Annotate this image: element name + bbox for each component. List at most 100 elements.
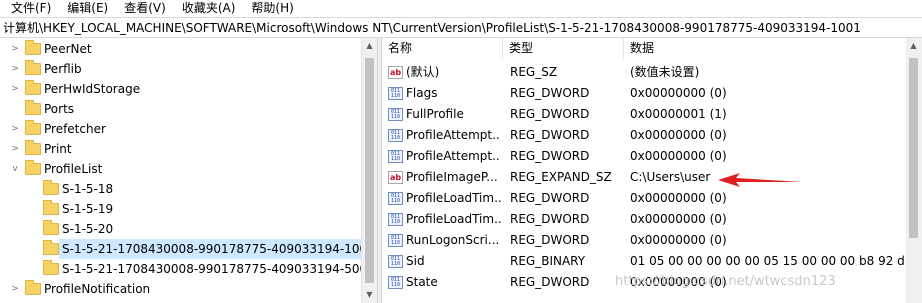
tree-item-label: S-1-5-21-1708430008-990178775-409033194-… (59, 239, 377, 259)
tree-item-label: S-1-5-19 (62, 202, 114, 216)
string-value-icon: ab (388, 66, 403, 79)
scroll-down-arrow-icon[interactable]: ▼ (362, 287, 377, 303)
scroll-up-arrow-icon[interactable]: ▲ (362, 38, 377, 54)
tree-item-perhwidstorage[interactable]: > PerHwIdStorage (0, 79, 360, 99)
value-name: ProfileImageP... (406, 170, 498, 184)
value-data: 0x00000000 (0) (630, 212, 727, 226)
folder-icon (43, 240, 59, 255)
tree-item-perflib[interactable]: > Perflib (0, 59, 360, 79)
tree-item-profilelist[interactable]: v ProfileList (0, 159, 360, 179)
value-data: 0x00000000 (0) (630, 128, 727, 142)
tree-item-s-1-5-21-500[interactable]: S-1-5-21-1708430008-990178775-409033194-… (0, 259, 367, 279)
tree-item-label: PerHwIdStorage (44, 82, 141, 96)
folder-open-icon (25, 160, 41, 175)
list-header: 名称 类型 数据 (382, 38, 922, 59)
value-type: REG_DWORD (510, 86, 590, 100)
column-header-type[interactable]: 类型 (503, 38, 624, 59)
chevron-right-icon[interactable]: > (10, 284, 20, 294)
menu-edit[interactable]: 编辑(E) (58, 0, 115, 17)
binary-value-icon: 011 110 (388, 108, 403, 121)
value-row[interactable]: 011 110 ProfileAttempt... REG_DWORD 0x000… (382, 125, 922, 146)
value-name: RunLogonScri... (406, 233, 500, 247)
value-row[interactable]: 011 110 Sid REG_BINARY 01 05 00 00 00 00 … (382, 251, 922, 272)
column-header-data[interactable]: 数据 (624, 38, 922, 59)
tree-item-label: Prefetcher (44, 122, 106, 136)
scroll-up-arrow-icon[interactable]: ▲ (906, 38, 921, 54)
binary-value-icon: 011 110 (388, 255, 403, 268)
menu-file[interactable]: 文件(F) (0, 0, 58, 17)
chevron-right-icon[interactable]: > (10, 144, 20, 154)
value-data: 0x00000001 (1) (630, 107, 727, 121)
tree-item-s-1-5-20[interactable]: S-1-5-20 (0, 219, 360, 239)
value-type: REG_DWORD (510, 128, 590, 142)
column-header-name[interactable]: 名称 (382, 38, 503, 59)
value-row[interactable]: 011 110 FullProfile REG_DWORD 0x00000001 … (382, 104, 922, 125)
tree-item-label: Ports (44, 102, 75, 116)
value-name: ProfileAttempt... (406, 128, 501, 142)
value-type: REG_DWORD (510, 275, 590, 289)
tree-item-label: S-1-5-20 (62, 222, 114, 236)
scroll-thumb[interactable] (909, 58, 918, 238)
value-row[interactable]: ab (默认) REG_SZ (数值未设置) (382, 62, 922, 83)
tree-item-label: Print (44, 142, 72, 156)
value-type: REG_BINARY (510, 254, 586, 268)
value-name: Sid (406, 254, 425, 268)
folder-icon (25, 100, 41, 115)
value-row[interactable]: 011 110 ProfileLoadTim... REG_DWORD 0x000… (382, 209, 922, 230)
menu-help[interactable]: 帮助(H) (242, 0, 300, 17)
string-value-icon: ab (388, 171, 403, 184)
values-list: 名称 类型 数据 ab (默认) REG_SZ (数值未设置) 011 110 F… (382, 38, 922, 303)
tree-item-ports[interactable]: Ports (0, 99, 360, 119)
folder-icon (25, 120, 41, 135)
folder-icon (25, 40, 41, 55)
folder-icon (43, 180, 59, 195)
value-row[interactable]: 011 110 RunLogonScri... REG_DWORD 0x00000… (382, 230, 922, 251)
value-type: REG_EXPAND_SZ (510, 170, 612, 184)
tree-item-label: Perflib (44, 62, 82, 76)
menu-view[interactable]: 查看(V) (115, 0, 173, 17)
chevron-right-icon[interactable]: > (10, 84, 20, 94)
binary-value-icon: 011 110 (388, 129, 403, 142)
tree-item-prefetcher[interactable]: > Prefetcher (0, 119, 360, 139)
value-data: 0x00000000 (0) (630, 191, 727, 205)
tree-item-s-1-5-18[interactable]: S-1-5-18 (0, 179, 360, 199)
chevron-right-icon[interactable]: > (10, 44, 20, 54)
value-type: REG_DWORD (510, 191, 590, 205)
value-row[interactable]: ab ProfileImageP... REG_EXPAND_SZ C:\Use… (382, 167, 922, 188)
tree-item-label: S-1-5-21-1708430008-990178775-409033194-… (62, 262, 368, 276)
chevron-right-icon[interactable]: > (10, 64, 20, 74)
address-bar[interactable]: 计算机\HKEY_LOCAL_MACHINE\SOFTWARE\Microsof… (0, 17, 922, 38)
value-data: 0x00000000 (0) (630, 86, 727, 100)
tree-item-peernet[interactable]: > PeerNet (0, 39, 360, 59)
menu-favorites[interactable]: 收藏夹(A) (173, 0, 243, 17)
tree-item-profilenotification[interactable]: > ProfileNotification (0, 279, 360, 299)
tree-item-label: ProfileList (44, 162, 103, 176)
registry-tree: > PeerNet > Perflib > PerHwIdStorage Por… (0, 38, 377, 303)
folder-icon (25, 60, 41, 75)
binary-value-icon: 011 110 (388, 87, 403, 100)
scroll-thumb[interactable] (365, 58, 374, 283)
value-name: ProfileLoadTim... (406, 191, 501, 205)
value-data: 0x00000000 (0) (630, 233, 727, 247)
chevron-down-icon[interactable]: v (10, 164, 20, 174)
value-row[interactable]: 011 110 ProfileLoadTim... REG_DWORD 0x000… (382, 188, 922, 209)
folder-icon (43, 220, 59, 235)
list-scrollbar[interactable]: ▲ (906, 38, 922, 303)
value-type: REG_DWORD (510, 107, 590, 121)
tree-item-print[interactable]: > Print (0, 139, 360, 159)
value-type: REG_DWORD (510, 233, 590, 247)
tree-item-s-1-5-21-1001[interactable]: S-1-5-21-1708430008-990178775-409033194-… (0, 239, 377, 259)
tree-scrollbar[interactable]: ▲ ▼ (361, 38, 377, 303)
value-data: 0x00000000 (0) (630, 149, 727, 163)
value-type: REG_DWORD (510, 212, 590, 226)
chevron-right-icon[interactable]: > (10, 124, 20, 134)
value-name: (默认) (406, 65, 440, 79)
tree-item-s-1-5-19[interactable]: S-1-5-19 (0, 199, 360, 219)
value-data: 01 05 00 00 00 00 00 05 15 00 00 00 b8 9… (630, 254, 917, 268)
tree-item-label: S-1-5-18 (62, 182, 114, 196)
value-row[interactable]: 011 110 Flags REG_DWORD 0x00000000 (0) (382, 83, 922, 104)
binary-value-icon: 011 110 (388, 276, 403, 289)
value-row[interactable]: 011 110 ProfileAttempt... REG_DWORD 0x000… (382, 146, 922, 167)
value-name: ProfileLoadTim... (406, 212, 501, 226)
address-path[interactable]: 计算机\HKEY_LOCAL_MACHINE\SOFTWARE\Microsof… (3, 20, 861, 36)
